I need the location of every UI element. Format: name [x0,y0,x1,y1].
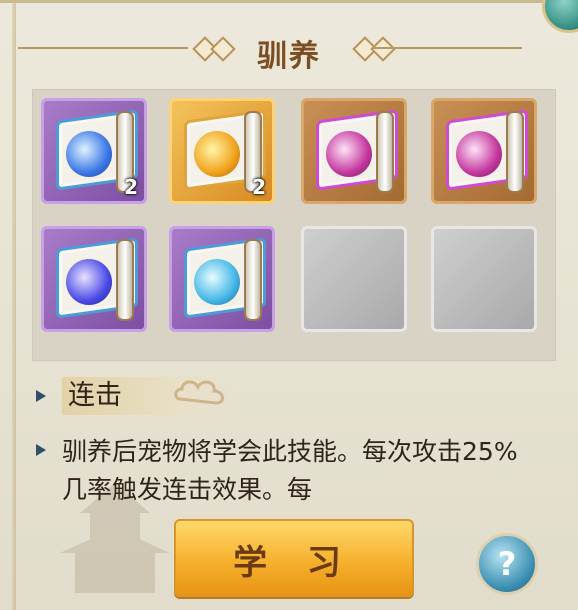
learn-button[interactable]: 学 习 [174,519,414,597]
skill-orb-icon [194,259,240,305]
scroll-roller-icon [506,111,524,193]
empty-slot[interactable] [301,226,407,332]
title-bar: 驯养 [0,27,578,74]
skill-orb-icon [326,131,372,177]
item-count: 2 [252,175,266,199]
scroll-roller-icon [244,239,262,321]
cloud-ornament-icon [174,380,224,405]
page-title: 驯养 [257,39,321,74]
skill-book-slot[interactable] [301,98,407,204]
empty-slot[interactable] [431,226,537,332]
skill-book-grid: 22 [32,89,556,361]
bullet-arrow-icon [36,390,46,402]
skill-book-slot[interactable]: 2 [41,98,147,204]
skill-orb-icon [194,131,240,177]
skill-book-slot[interactable] [169,226,275,332]
title-divider-right [372,47,522,49]
learn-button-label: 学 习 [233,543,355,583]
scroll-roller-icon [376,111,394,193]
skill-orb-icon [456,131,502,177]
skill-description: 驯养后宠物将学会此技能。每次攻击25%几率触发连击效果。每 [62,437,518,504]
skill-book-slot[interactable] [41,226,147,332]
help-button[interactable]: ? [476,533,538,595]
skill-orb-icon [66,259,112,305]
skill-book-slot[interactable]: 2 [169,98,275,204]
scroll-roller-icon [116,239,134,321]
tame-panel: 驯养 22 连击 驯养后宠物将学会此技能。每次攻击25%几率触发连击效果。每 学… [0,0,578,610]
bullet-arrow-icon [36,444,46,456]
skill-book-slot[interactable] [431,98,537,204]
skill-orb-icon [66,131,112,177]
item-count: 2 [124,175,138,199]
